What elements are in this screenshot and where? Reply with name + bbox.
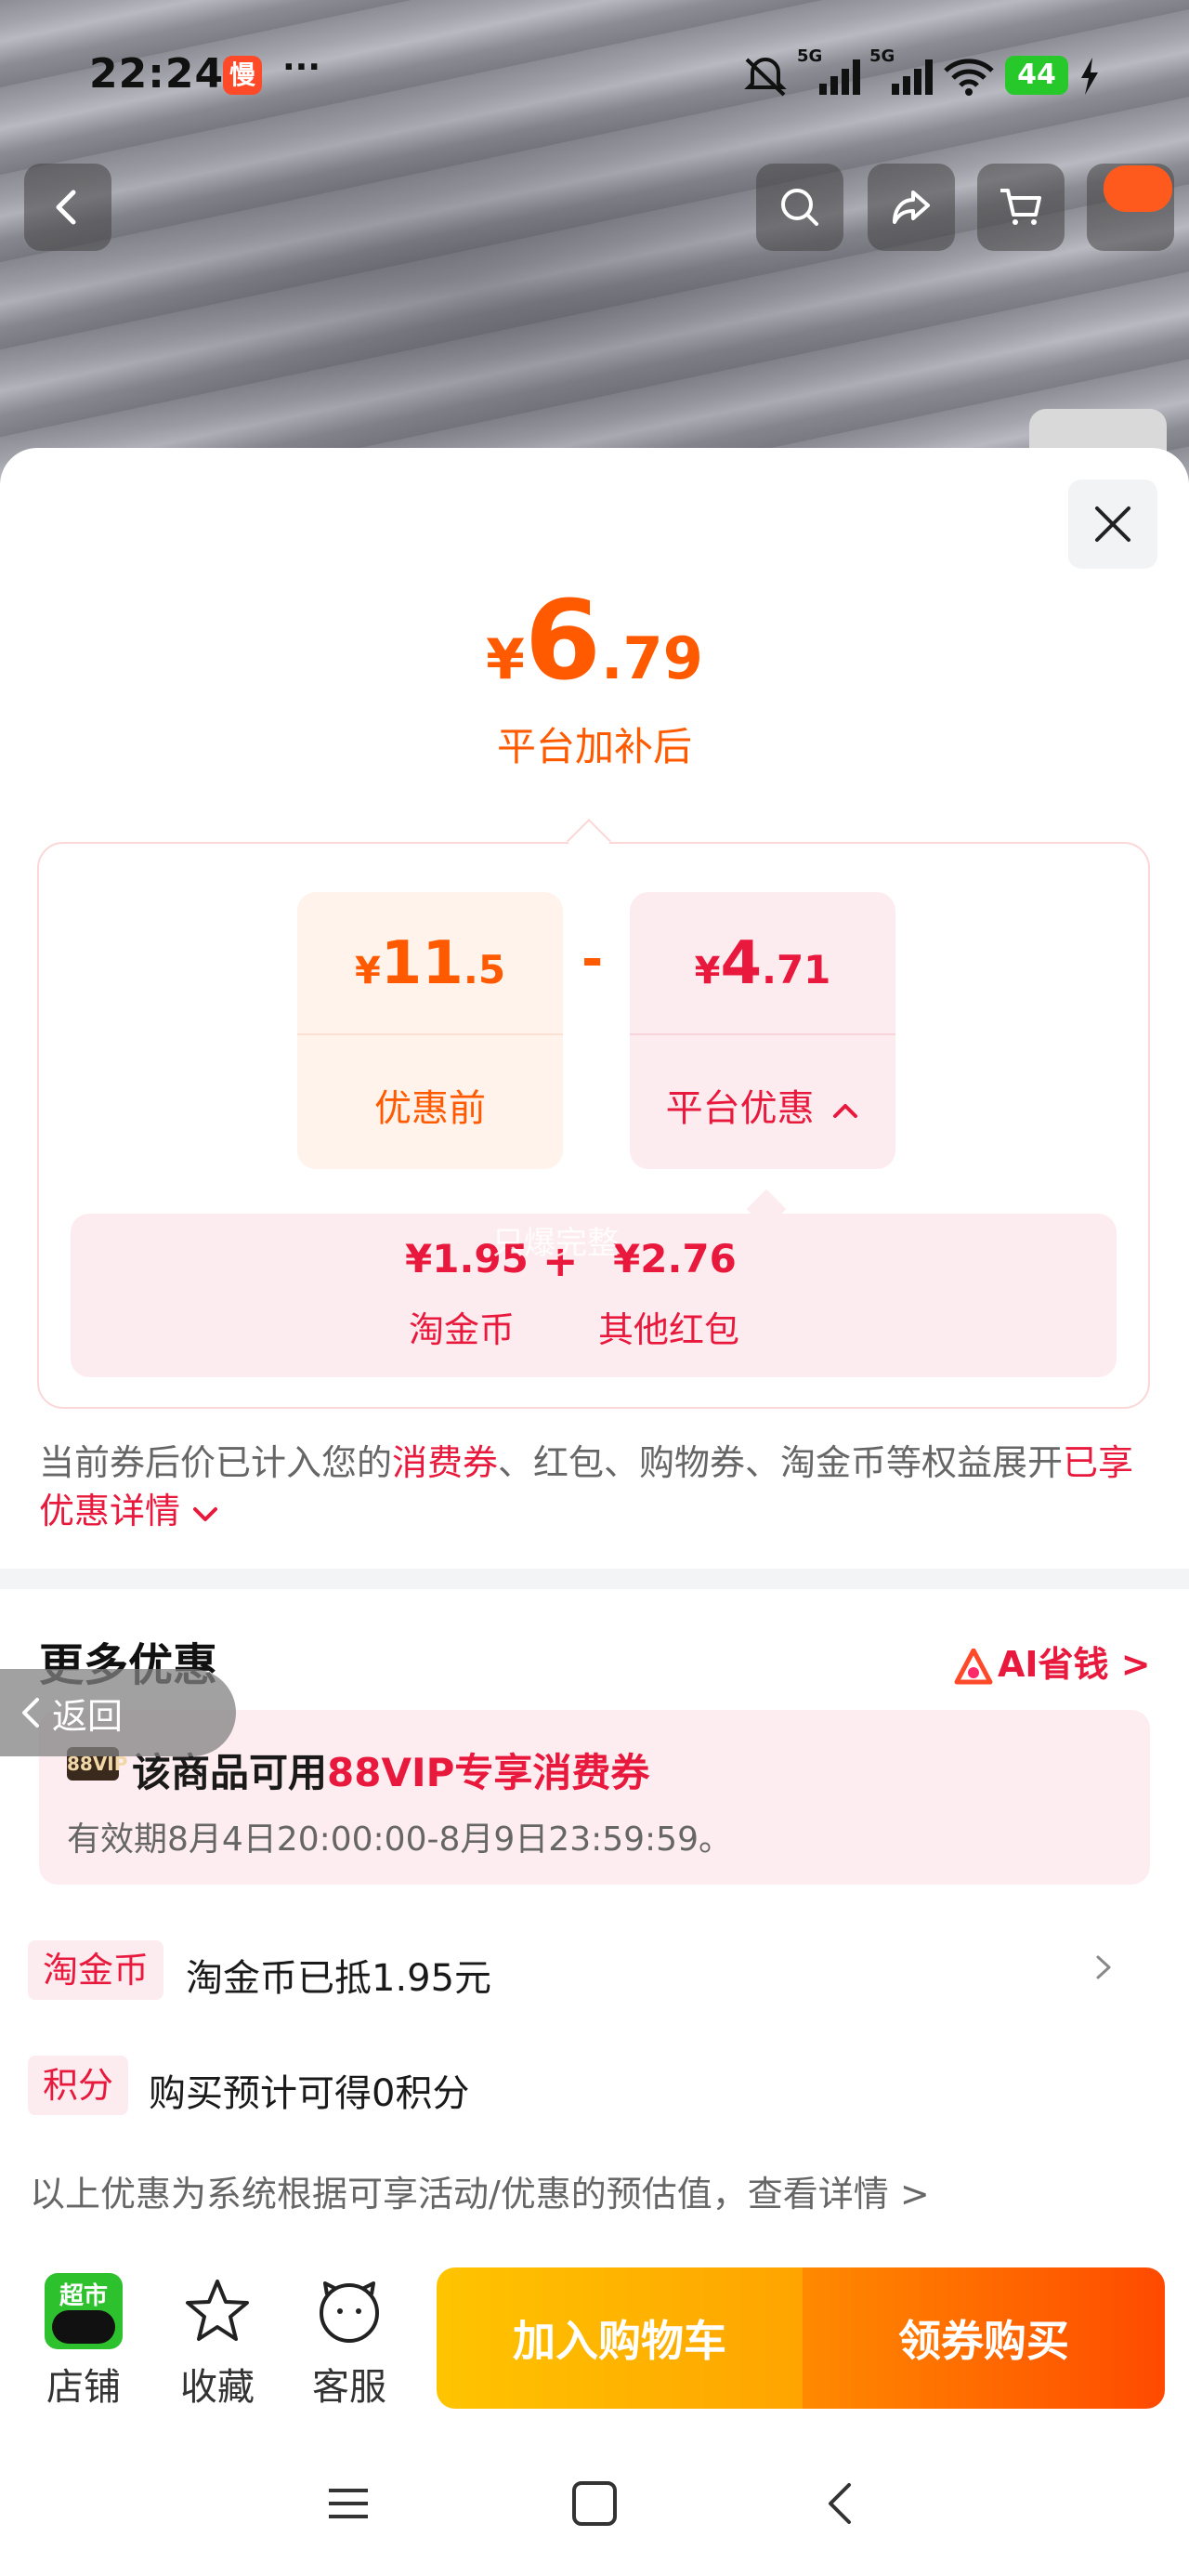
ai-icon — [954, 1648, 993, 1684]
vip-coupon-validity: 有效期8月4日20:00:00-8月9日23:59:59。 — [67, 1820, 732, 1859]
search-icon — [781, 189, 818, 226]
cart-icon — [1000, 189, 1041, 225]
service-label[interactable]: 客服 — [294, 2357, 405, 2411]
back-button[interactable] — [24, 164, 111, 251]
vip-title-highlight: 88VIP专享消费券 — [327, 1750, 650, 1795]
return-button[interactable]: 返回 — [0, 1669, 236, 1756]
discount-note: 当前券后价已计入您的消费券、红包、购物券、淘金币等权益展开已享优惠详情 — [39, 1439, 1154, 1535]
gold-coin-row-chevron[interactable] — [1092, 1950, 1115, 1992]
gold-coin-tag: 淘金币 — [28, 1940, 164, 2000]
chevron-left-icon — [56, 190, 76, 225]
charging-icon — [1081, 58, 1098, 95]
cart-button[interactable] — [977, 164, 1065, 251]
platform-integer: 4 — [720, 929, 762, 998]
points-row-text: 购买预计可得0积分 — [149, 2072, 470, 2115]
ai-save-label: AI省钱 > — [998, 1644, 1151, 1685]
wifi-icon — [944, 59, 994, 96]
final-price: ¥6.79 — [0, 576, 1189, 704]
close-icon — [1095, 506, 1130, 542]
section-divider — [0, 1569, 1189, 1589]
message-icon — [1104, 165, 1172, 212]
ai-save-link[interactable]: AI省钱 > — [953, 1636, 1151, 1687]
before-label: 优惠前 — [374, 1087, 486, 1130]
buy-with-coupon-button[interactable]: 领券购买 — [803, 2267, 1165, 2409]
platform-label-text: 平台优惠 — [665, 1087, 815, 1130]
battery-indicator: 44 — [1005, 56, 1068, 95]
share-icon — [893, 191, 930, 224]
chevron-up-icon — [833, 1104, 858, 1118]
note-highlight-coupon: 消费券 — [392, 1442, 499, 1483]
platform-label: 平台优惠 — [630, 1078, 895, 1132]
store-icon[interactable]: 超市 — [37, 2269, 130, 2353]
before-currency: ¥ — [354, 950, 381, 992]
other-redpacket-label: 其他红包 — [598, 1309, 740, 1350]
vip-title-prefix: 该商品可用 — [132, 1750, 328, 1795]
more-notifications-icon: ··· — [282, 48, 321, 86]
return-label: 返回 — [52, 1695, 124, 1737]
favorite-button[interactable] — [171, 2269, 264, 2353]
estimate-note-link[interactable]: 以上优惠为系统根据可享活动/优惠的预估值，查看详情 > — [30, 2165, 930, 2216]
star-icon — [186, 2280, 249, 2341]
mute-icon — [744, 58, 787, 97]
store-badge-text: 超市 — [59, 2282, 108, 2310]
card-divider — [630, 1033, 895, 1035]
before-discount-card: ¥11.5 优惠前 — [297, 892, 563, 1169]
watermark: 只爆完整 — [492, 1225, 619, 1262]
note-text-2: 、红包、购物券、淘金币等权益展开 — [498, 1442, 1064, 1483]
note-text-1: 当前券后价已计入您的 — [39, 1442, 393, 1483]
platform-currency: ¥ — [694, 950, 721, 992]
service-icon — [320, 2281, 379, 2343]
other-redpacket-amount: ¥2.76 — [613, 1236, 737, 1281]
close-button[interactable] — [1068, 480, 1157, 569]
store-label[interactable]: 店铺 — [28, 2357, 139, 2411]
status-time: 22:24 — [89, 50, 225, 98]
gold-coin-label: 淘金币 — [409, 1309, 516, 1350]
minus-sign: - — [581, 929, 604, 990]
price-subtitle: 平台加补后 — [496, 724, 692, 769]
home-icon[interactable] — [568, 2477, 621, 2530]
signal-icon — [819, 59, 860, 95]
share-button[interactable] — [868, 164, 955, 251]
status-bar: 22:24 慢 ··· 5G 5G 44 — [0, 37, 1189, 112]
signal-icon-2 — [892, 59, 933, 95]
before-amount: ¥11.5 — [297, 929, 563, 998]
customer-service-button[interactable] — [303, 2269, 396, 2353]
add-to-cart-button[interactable]: 加入购物车 — [437, 2267, 803, 2409]
points-tag: 积分 — [28, 2056, 129, 2115]
before-integer: 11 — [380, 929, 464, 998]
gold-coin-row-text[interactable]: 淘金币已抵1.95元 — [186, 1948, 491, 2002]
chevron-left-icon — [22, 1698, 39, 1728]
price-currency: ¥ — [486, 627, 525, 692]
price-integer: 6 — [524, 576, 601, 704]
chevron-down-icon — [193, 1506, 218, 1521]
system-back-icon[interactable] — [817, 2477, 864, 2530]
search-button[interactable] — [756, 164, 843, 251]
card-divider — [297, 1033, 563, 1035]
platform-discount-card[interactable]: ¥4.71 平台优惠 — [630, 892, 895, 1169]
chevron-right-icon — [1096, 1955, 1111, 1979]
platform-decimal: .71 — [761, 947, 831, 992]
menu-icon[interactable] — [325, 2477, 372, 2530]
platform-amount: ¥4.71 — [630, 929, 895, 998]
price-decimal: .79 — [601, 624, 703, 692]
favorite-label[interactable]: 收藏 — [162, 2357, 273, 2411]
before-decimal: .5 — [463, 947, 506, 992]
notification-app-icon: 慢 — [223, 56, 262, 95]
